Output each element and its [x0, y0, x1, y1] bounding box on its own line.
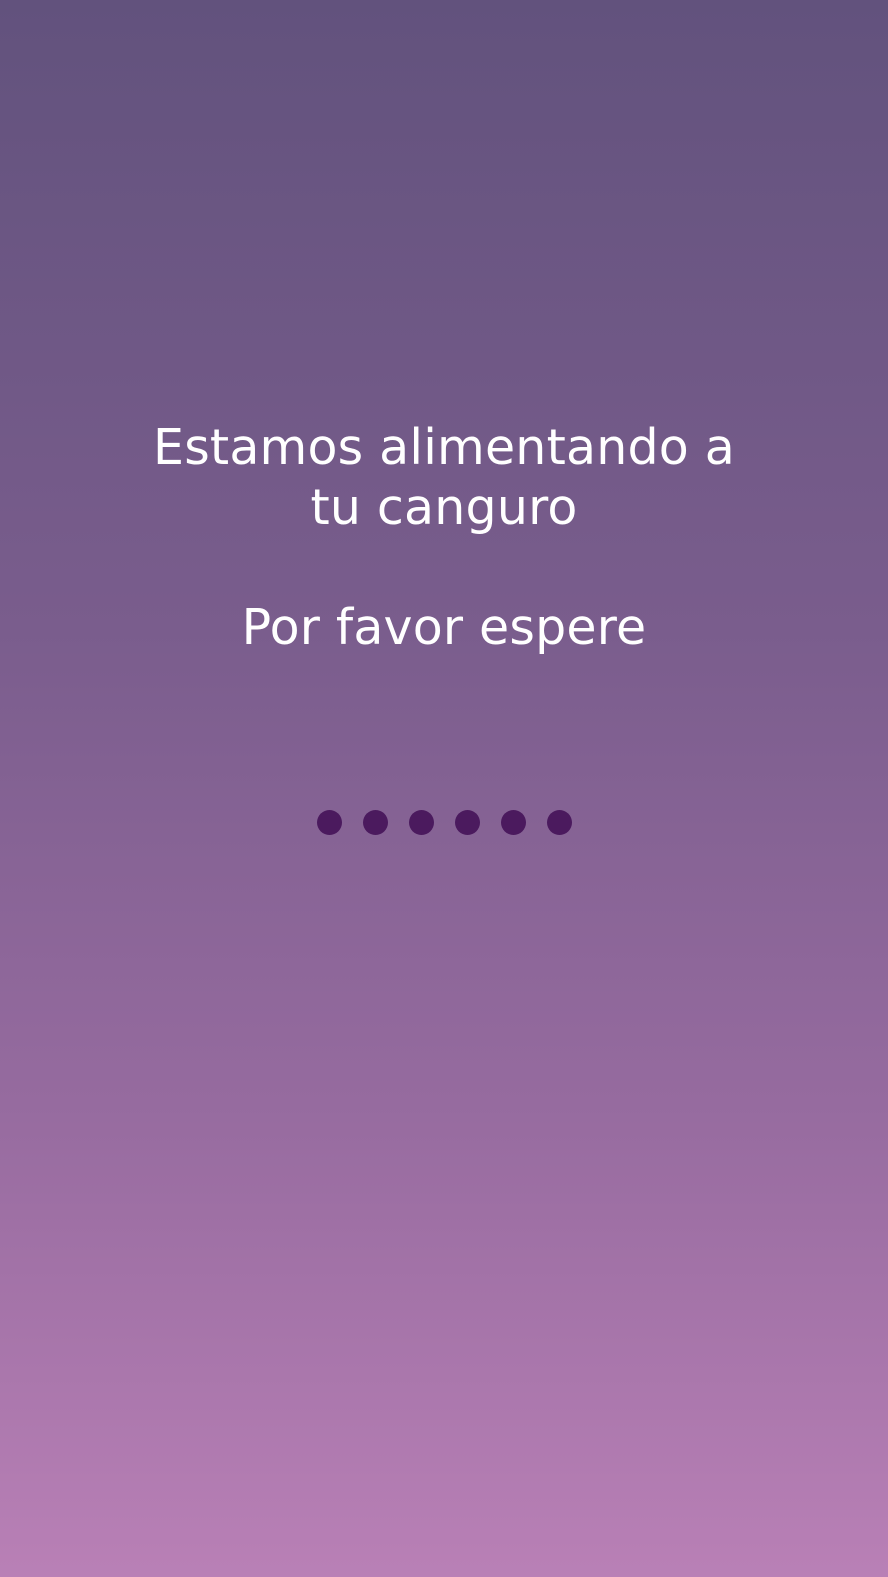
loading-message: Estamos alimentando a tu canguro Por fav… [0, 418, 888, 658]
message-line-1: Estamos alimentando a [153, 419, 735, 476]
message-line-2: tu canguro [310, 479, 578, 536]
message-spacer [0, 538, 888, 598]
loading-dot [546, 810, 572, 835]
loading-dot [316, 810, 342, 835]
loading-dots [0, 810, 888, 835]
loading-dot [454, 810, 480, 835]
loading-dot [500, 810, 526, 835]
wait-text: Por favor espere [241, 599, 647, 656]
loading-dot [362, 810, 388, 835]
loading-screen: Estamos alimentando a tu canguro Por fav… [0, 0, 888, 1577]
loading-dot [408, 810, 434, 835]
